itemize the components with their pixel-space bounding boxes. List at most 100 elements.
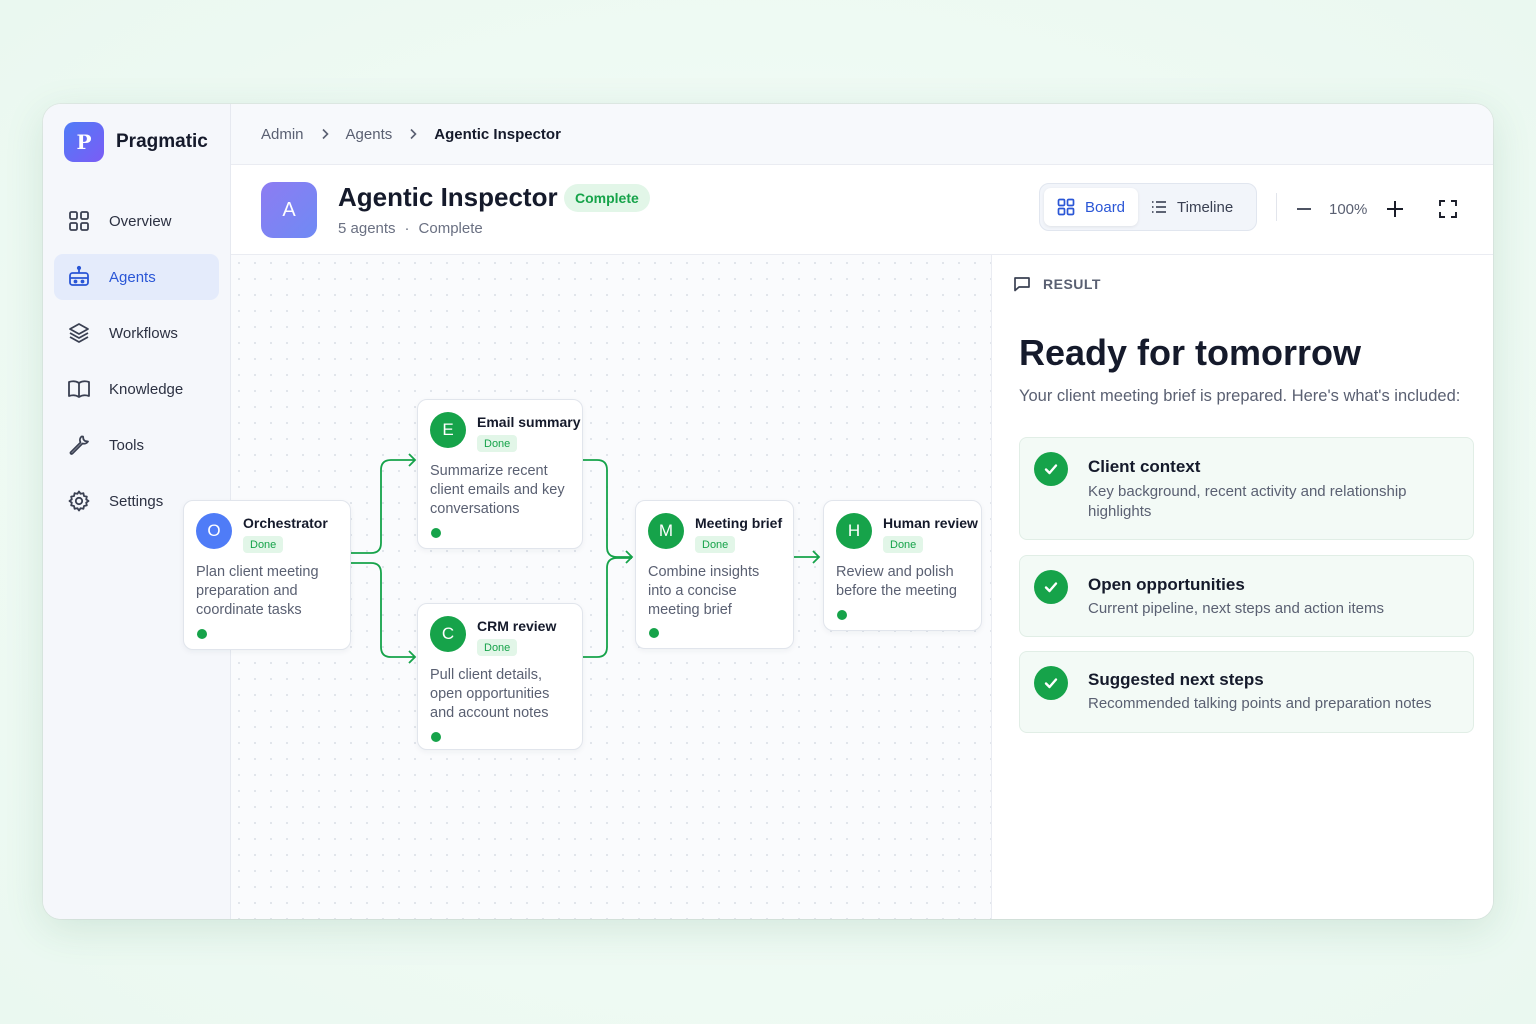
board-label: Board (1085, 198, 1126, 216)
agent-count: 5 agents (338, 220, 396, 237)
edge-crm-brief (583, 557, 632, 658)
node-description: Pull client details, open opportunities … (430, 666, 549, 723)
node-description-line: before the meeting (836, 583, 957, 599)
node-status-badge: Done (695, 536, 736, 553)
result-item-description-line: Key background, recent activity and rela… (1088, 483, 1407, 500)
node-description-line: Combine insights (648, 564, 760, 580)
agent-avatar: A (261, 182, 317, 238)
breadcrumb-item-current: Agentic Inspector (434, 125, 561, 143)
chevron-right-icon (408, 128, 418, 140)
workflow-node-meeting-brief[interactable]: M Meeting brief Done Combine insights in… (635, 500, 794, 649)
sidebar-item-label: Workflows (109, 324, 178, 342)
node-status-badge: Done (477, 435, 518, 452)
node-description-line: and account notes (430, 705, 549, 721)
result-label-text: RESULT (1043, 276, 1101, 292)
node-description-line: coordinate tasks (196, 602, 302, 618)
node-avatar: H (836, 513, 872, 549)
minus-icon (1297, 208, 1311, 210)
node-description: Combine insights into a concise meeting … (648, 563, 759, 620)
timeline-view-button[interactable]: Timeline (1138, 188, 1246, 226)
result-panel: RESULT Ready for tomorrow Your client me… (991, 255, 1493, 919)
node-description: Review and polish before the meeting (836, 563, 957, 601)
page-title: Agentic Inspector (338, 182, 558, 212)
status-dot (431, 528, 441, 538)
sidebar-item-agents[interactable]: Agents (54, 254, 219, 300)
zoom-in-button[interactable] (1384, 198, 1406, 225)
app-window: P Pragmatic Overview Agents Workflows Kn… (43, 104, 1493, 919)
result-item-description-line: highlights (1088, 503, 1152, 520)
node-title: CRM review (477, 618, 557, 634)
sidebar-item-tools[interactable]: Tools (54, 422, 219, 468)
plus-icon (1387, 201, 1403, 217)
node-description-line: open opportunities (430, 686, 550, 702)
separator-dot: · (404, 220, 410, 237)
result-item-title: Open opportunities (1088, 575, 1245, 594)
breadcrumb-item-agents[interactable]: Agents (346, 126, 393, 143)
node-status-badge: Done (883, 536, 924, 553)
robot-icon (67, 265, 91, 289)
result-label: RESULT (1013, 275, 1101, 293)
breadcrumb-item-admin[interactable]: Admin (261, 126, 304, 143)
workflow-node-orchestrator[interactable]: O Orchestrator Done Plan client meeting … (183, 500, 351, 650)
status-dot (431, 732, 441, 742)
status-dot (837, 610, 847, 620)
node-avatar: O (196, 513, 232, 549)
result-item-title: Client context (1088, 457, 1201, 476)
workflow-canvas[interactable]: O Orchestrator Done Plan client meeting … (183, 255, 991, 919)
check-circle-icon (1034, 452, 1068, 486)
result-item-suggested-next-steps[interactable]: Suggested next steps Recommended talking… (1019, 651, 1474, 733)
workflow-node-human-review[interactable]: H Human review Done Review and polish be… (823, 500, 982, 631)
expand-icon (1439, 200, 1457, 218)
workflow-node-crm-review[interactable]: C CRM review Done Pull client details, o… (417, 603, 583, 750)
node-description: Plan client meeting preparation and coor… (196, 563, 319, 620)
page-header: A Agentic Inspector Complete 5 agents · Co… (231, 165, 1493, 255)
result-item-description-line: Current pipeline, next steps and action … (1088, 600, 1384, 617)
edge-orchestrator-email (351, 459, 415, 554)
fullscreen-button[interactable] (1437, 198, 1459, 225)
list-icon (1152, 201, 1167, 213)
sidebar-item-label: Knowledge (109, 380, 184, 398)
sidebar-item-label: Tools (109, 436, 145, 454)
node-title: Orchestrator (243, 515, 328, 531)
workflow-node-email-summary[interactable]: E Email summary Done Summarize recent cl… (417, 399, 583, 549)
sidebar-nav: Overview Agents Workflows Knowledge Tool… (54, 198, 219, 534)
node-avatar: E (430, 412, 466, 448)
node-description-line: preparation and (196, 583, 298, 599)
brand[interactable]: P Pragmatic (64, 122, 208, 162)
result-subtitle: Your client meeting brief is prepared. H… (1019, 387, 1461, 405)
sidebar-item-workflows[interactable]: Workflows (54, 310, 219, 356)
brand-name: Pragmatic (116, 131, 208, 152)
subtitle-status: Complete (418, 220, 483, 237)
zoom-level: 100% (1329, 201, 1368, 218)
status-dot (649, 628, 659, 638)
node-description-line: Plan client meeting (196, 564, 319, 580)
check-circle-icon (1034, 666, 1068, 700)
status-badge: Complete (564, 184, 650, 212)
node-title: Meeting brief (695, 515, 783, 531)
chevron-right-icon (320, 128, 330, 140)
node-status-badge: Done (477, 639, 518, 656)
board-icon (1057, 198, 1075, 216)
status-dot (197, 629, 207, 639)
result-item-description: Current pipeline, next steps and action … (1088, 599, 1448, 619)
result-item-client-context[interactable]: Client context Key background, recent ac… (1019, 437, 1474, 540)
edge-email-brief (583, 459, 632, 558)
result-item-description: Recommended talking points and preparati… (1088, 694, 1448, 714)
zoom-out-button[interactable] (1293, 198, 1315, 225)
view-toggle: Board Timeline (1039, 183, 1257, 231)
timeline-label: Timeline (1177, 198, 1234, 216)
sidebar-item-knowledge[interactable]: Knowledge (54, 366, 219, 412)
node-avatar: M (648, 513, 684, 549)
node-description-line: Pull client details, (430, 667, 543, 683)
node-title: Email summary (477, 414, 581, 430)
result-item-description-line: Recommended talking points and preparati… (1088, 695, 1432, 712)
check-circle-icon (1034, 570, 1068, 604)
node-description-line: client emails and key (430, 482, 565, 498)
node-status-badge: Done (243, 536, 284, 553)
page-subtitle: 5 agents · Complete (338, 220, 483, 237)
node-title: Human review (883, 515, 978, 531)
sidebar-item-overview[interactable]: Overview (54, 198, 219, 244)
result-item-open-opportunities[interactable]: Open opportunities Current pipeline, nex… (1019, 555, 1474, 637)
board-view-button[interactable]: Board (1044, 188, 1139, 226)
node-description-line: conversations (430, 501, 520, 517)
